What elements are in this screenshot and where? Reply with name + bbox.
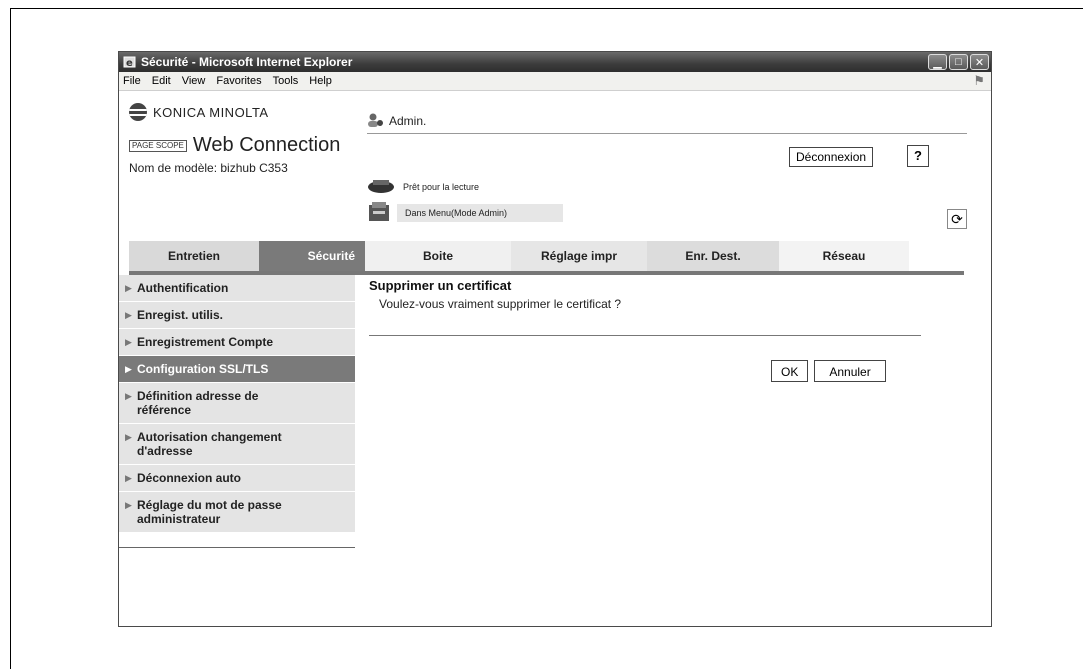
- close-button[interactable]: ✕: [970, 54, 989, 70]
- tab-bar: Entretien Sécurité Boite Réglage impr En…: [129, 241, 964, 275]
- menu-tools[interactable]: Tools: [273, 75, 299, 87]
- brand-name: KONICA MINOLTA: [153, 104, 269, 120]
- help-button[interactable]: ?: [907, 145, 929, 167]
- sidebar-divider: [119, 547, 355, 548]
- sidebar-item-label: Déconnexion auto: [137, 471, 242, 485]
- tab-entretien[interactable]: Entretien: [129, 241, 259, 271]
- status-menu-text: Dans Menu(Mode Admin): [397, 204, 563, 222]
- arrow-right-icon: ▶: [125, 283, 132, 293]
- ie-icon: e: [123, 55, 137, 69]
- svg-text:e: e: [126, 58, 133, 69]
- sidebar-item-enregistrement-compte[interactable]: ▶ Enregistrement Compte: [119, 329, 355, 356]
- sidebar: ▶ Authentification ▶ Enregist. utilis. ▶…: [119, 275, 355, 548]
- menu-help[interactable]: Help: [309, 75, 332, 87]
- sidebar-item-label: Authentification: [137, 281, 229, 295]
- sidebar-item-label: Enregistrement Compte: [137, 335, 274, 349]
- admin-user-icon: [367, 112, 385, 128]
- device-icon: [367, 201, 393, 225]
- status-menu: Dans Menu(Mode Admin): [367, 201, 563, 225]
- status-ready: Prêt pour la lecture: [367, 177, 479, 197]
- printer-icon: [367, 177, 397, 197]
- status-ready-text: Prêt pour la lecture: [403, 182, 480, 192]
- sidebar-item-label: Définition adresse de référence: [137, 389, 259, 417]
- sidebar-item-label: Autorisation changement d'adresse: [137, 430, 282, 458]
- arrow-right-icon: ▶: [125, 473, 132, 483]
- product-logo: PAGE SCOPE Web Connection: [129, 134, 340, 157]
- arrow-right-icon: ▶: [125, 310, 132, 320]
- pagescope-logo-icon: PAGE SCOPE: [129, 139, 187, 152]
- menu-file[interactable]: File: [123, 75, 141, 87]
- sidebar-item-label: Enregist. utilis.: [137, 308, 224, 322]
- sidebar-item-reglage-mot-de-passe[interactable]: ▶ Réglage du mot de passe administrateur: [119, 492, 355, 533]
- sidebar-item-label: Réglage du mot de passe administrateur: [137, 498, 282, 526]
- arrow-right-icon: ▶: [125, 391, 132, 401]
- sidebar-item-label: Configuration SSL/TLS: [137, 362, 269, 376]
- sidebar-item-configuration-ssl-tls[interactable]: ▶ Configuration SSL/TLS: [119, 356, 355, 383]
- menu-view[interactable]: View: [182, 75, 206, 87]
- sidebar-item-autorisation-changement[interactable]: ▶ Autorisation changement d'adresse: [119, 424, 355, 465]
- title-bar: e Sécurité - Microsoft Internet Explorer…: [119, 52, 991, 72]
- content-divider: [369, 335, 921, 336]
- windows-logo-icon: ⚑: [973, 73, 985, 88]
- arrow-right-icon: ▶: [125, 500, 132, 510]
- ok-button[interactable]: OK: [771, 360, 809, 382]
- arrow-right-icon: ▶: [125, 432, 132, 442]
- refresh-icon[interactable]: ⟳: [947, 209, 967, 229]
- brand-logo: KONICA MINOLTA: [129, 103, 269, 121]
- logout-button[interactable]: Déconnexion: [789, 147, 874, 167]
- page-title: Supprimer un certificat: [369, 278, 512, 293]
- menu-edit[interactable]: Edit: [152, 75, 171, 87]
- sidebar-item-authentification[interactable]: ▶ Authentification: [119, 275, 355, 302]
- admin-label: Admin.: [389, 114, 427, 128]
- confirm-question: Voulez-vous vraiment supprimer le certif…: [379, 297, 622, 311]
- tab-reglage-impr[interactable]: Réglage impr: [511, 241, 647, 271]
- menu-favorites[interactable]: Favorites: [216, 75, 261, 87]
- sidebar-item-enregist-utilis[interactable]: ▶ Enregist. utilis.: [119, 302, 355, 329]
- admin-bar: Admin.: [367, 111, 967, 134]
- tab-boite[interactable]: Boite: [365, 241, 511, 271]
- window-title: Sécurité - Microsoft Internet Explorer: [141, 55, 353, 69]
- menu-bar: File Edit View Favorites Tools Help ⚑: [119, 72, 991, 91]
- browser-window: e Sécurité - Microsoft Internet Explorer…: [118, 51, 992, 627]
- maximize-button[interactable]: □: [949, 54, 968, 70]
- arrow-right-icon: ▶: [125, 364, 132, 374]
- konica-globe-icon: [129, 103, 147, 121]
- product-name: Web Connection: [192, 134, 341, 156]
- tab-enr-dest[interactable]: Enr. Dest.: [647, 241, 779, 271]
- page-content: KONICA MINOLTA PAGE SCOPE Web Connection…: [119, 91, 991, 626]
- cancel-button[interactable]: Annuler: [814, 360, 886, 382]
- main-panel: Supprimer un certificat Voulez-vous vrai…: [369, 278, 921, 382]
- sidebar-item-deconnexion-auto[interactable]: ▶ Déconnexion auto: [119, 465, 355, 492]
- tab-securite[interactable]: Sécurité: [259, 241, 365, 271]
- minimize-button[interactable]: ▁: [928, 54, 947, 70]
- model-name: Nom de modèle: bizhub C353: [129, 161, 288, 175]
- tab-reseau[interactable]: Réseau: [779, 241, 909, 271]
- arrow-right-icon: ▶: [125, 337, 132, 347]
- sidebar-item-definition-adresse[interactable]: ▶ Définition adresse de référence: [119, 383, 355, 424]
